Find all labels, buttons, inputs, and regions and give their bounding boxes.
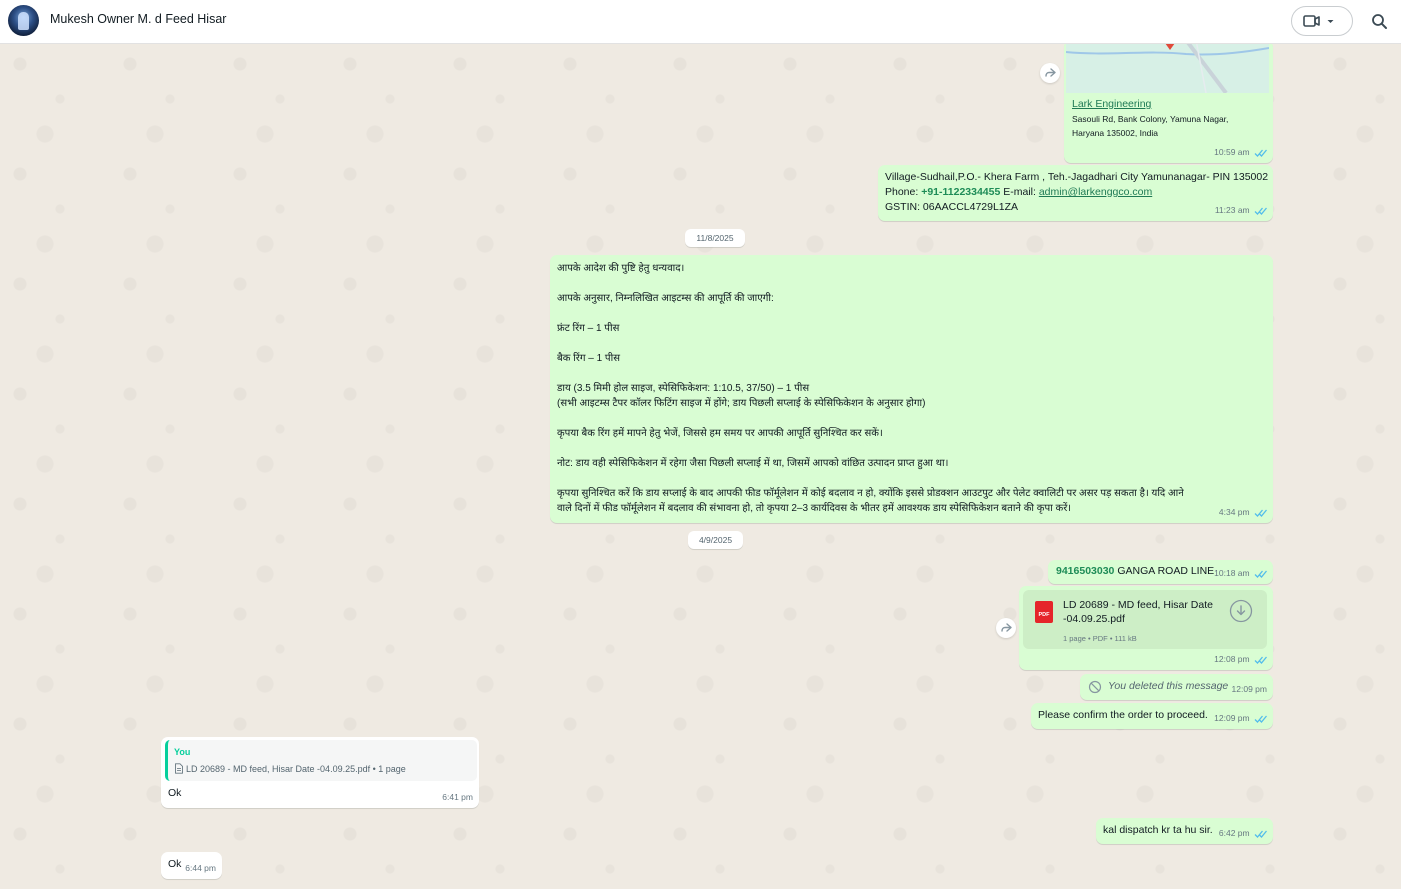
pdf-file-icon: PDF	[1035, 601, 1053, 623]
order-line: बैक रिंग – 1 पीस	[557, 353, 620, 364]
gstin-line: GSTIN: 06AACCL4729L1ZA	[885, 201, 1019, 213]
location-address-line2: Haryana 135002, India	[1072, 128, 1159, 138]
message-meta: 12:09 pm	[1232, 682, 1267, 697]
message-text-rest: GANGA ROAD LINE	[1114, 565, 1215, 577]
order-confirmation-message[interactable]: आपके आदेश की पुष्टि हेतु धन्यवाद। आपके अ…	[550, 255, 1273, 523]
order-line: नोट: डाय वही स्पेसिफिकेशन में रहेगा जैसा…	[557, 458, 949, 469]
order-line: कृपया बैक रिंग हमें मापने हेतु भेजें, जि…	[557, 428, 883, 439]
conversation-panel[interactable]: Lark Engineering Sasouli Rd, Bank Colony…	[0, 44, 1401, 889]
order-line: कृपया सुनिश्चित करें कि डाय सप्लाई के बा…	[557, 488, 1184, 499]
order-line: आपके आदेश की पुष्टि हेतु धन्यवाद।	[557, 263, 685, 274]
order-line: वाले दिनों में फीड फॉर्मूलेशन में बदलाव …	[557, 503, 1072, 514]
order-line: (सभी आइटम्स टैपर कॉलर फिटिंग साइज में हो…	[557, 398, 926, 409]
location-name[interactable]: Lark Engineering	[1072, 97, 1151, 112]
message-meta: 12:09 pm	[1214, 711, 1267, 726]
message-time: 11:23 am	[1214, 205, 1250, 215]
message-text: 9416503030 GANGA ROAD LINE	[1056, 564, 1214, 579]
forward-icon	[1001, 623, 1012, 632]
quoted-text: LD 20689 - MD feed, Hisar Date -04.09.25…	[186, 764, 406, 774]
deleted-text: You deleted this message	[1108, 680, 1229, 692]
document-filename-cont: -04.09.25.pdf	[1063, 613, 1125, 625]
confirm-order-message[interactable]: Please confirm the order to proceed. 12:…	[1031, 703, 1273, 729]
contact-name[interactable]: Mukesh Owner M. d Feed Hisar	[50, 12, 226, 26]
quoted-message[interactable]: You LD 20689 - MD feed, Hisar Date -04.0…	[165, 740, 477, 781]
read-ticks-icon	[1254, 830, 1267, 838]
deleted-message[interactable]: You deleted this message 12:09 pm	[1080, 674, 1273, 700]
read-ticks-icon	[1254, 509, 1267, 517]
read-ticks-icon	[1254, 570, 1267, 578]
contact-avatar[interactable]	[8, 5, 39, 36]
message-text: kal dispatch kr ta hu sir.	[1103, 824, 1213, 836]
incoming-message[interactable]: Ok 6:44 pm	[161, 852, 222, 879]
address-line1: Village-Sudhail,P.O.- Khera Farm , Teh.-…	[885, 171, 1269, 183]
message-time: 12:09 pm	[1214, 713, 1250, 723]
order-line: आपके अनुसार, निम्नलिखित आइटम्स की आपूर्त…	[557, 293, 774, 304]
forward-button[interactable]	[1040, 63, 1060, 83]
forward-button[interactable]	[996, 618, 1016, 638]
message-time: 6:42 pm	[1218, 828, 1250, 838]
phone-label: Phone:	[885, 186, 922, 198]
document-details: 1 page • PDF • 111 kB	[1063, 634, 1137, 643]
message-text: Please confirm the order to proceed.	[1038, 709, 1208, 721]
order-line: फ्रंट रिंग – 1 पीस	[557, 323, 620, 334]
download-icon	[1229, 599, 1253, 623]
search-button[interactable]	[1369, 11, 1391, 33]
order-line: डाय (3.5 मिमी होल साइज, स्पेसिफिकेशन: 1:…	[557, 383, 810, 394]
blocked-icon	[1088, 680, 1102, 694]
video-call-icon	[1303, 15, 1334, 27]
address-line2: Phone: +91-1122334455 E-mail: admin@lark…	[885, 185, 1152, 200]
map-preview[interactable]	[1066, 44, 1269, 93]
read-ticks-icon	[1254, 149, 1267, 157]
document-icon	[175, 763, 183, 774]
location-address-line1: Sasouli Rd, Bank Colony, Yamuna Nagar,	[1072, 114, 1229, 124]
read-ticks-icon	[1254, 656, 1267, 664]
read-ticks-icon	[1254, 207, 1267, 215]
message-time: 6:41 pm	[442, 792, 473, 802]
video-call-button[interactable]	[1291, 6, 1353, 36]
chat-header: Mukesh Owner M. d Feed Hisar	[0, 0, 1401, 44]
message-text: Ok	[168, 787, 182, 799]
message-time: 12:09 pm	[1231, 684, 1267, 694]
reply-message[interactable]: You LD 20689 - MD feed, Hisar Date -04.0…	[161, 737, 479, 808]
message-meta: 6:44 pm	[185, 861, 216, 876]
map-roads	[1066, 44, 1269, 93]
address-message[interactable]: Village-Sudhail,P.O.- Khera Farm , Teh.-…	[878, 165, 1273, 221]
message-time: 10:59 am	[1214, 147, 1250, 157]
phone-link[interactable]: +91-1122334455	[921, 186, 1000, 198]
message-time: 12:08 pm	[1214, 654, 1250, 664]
document-preview[interactable]: PDF LD 20689 - MD feed, Hisar Date -04.0…	[1023, 590, 1267, 649]
document-message[interactable]: PDF LD 20689 - MD feed, Hisar Date -04.0…	[1019, 586, 1273, 670]
message-meta: 4:34 pm	[1219, 505, 1267, 520]
message-time: 6:44 pm	[185, 863, 216, 873]
search-icon	[1372, 14, 1387, 29]
message-time: 10:18 am	[1214, 568, 1250, 578]
email-label: E-mail:	[1000, 186, 1039, 198]
message-meta: 11:23 am	[1215, 203, 1267, 218]
date-separator: 11/8/2025	[685, 229, 745, 247]
contact-number-message[interactable]: 9416503030 GANGA ROAD LINE 10:18 am	[1048, 560, 1273, 584]
message-text: Ok	[168, 858, 182, 870]
date-separator: 4/9/2025	[688, 531, 743, 549]
message-meta: 6:41 pm	[442, 790, 473, 805]
quoted-author: You	[174, 747, 191, 757]
forward-icon	[1045, 68, 1056, 77]
message-meta: 10:18 am	[1214, 566, 1267, 581]
message-meta: 6:42 pm	[1219, 826, 1267, 841]
download-button[interactable]	[1229, 599, 1253, 623]
email-link[interactable]: admin@larkenggco.com	[1039, 186, 1152, 198]
message-time: 4:34 pm	[1218, 507, 1250, 517]
message-meta: 12:08 pm	[1214, 652, 1267, 667]
read-ticks-icon	[1254, 715, 1267, 723]
document-filename: LD 20689 - MD feed, Hisar Date	[1063, 599, 1213, 611]
phone-link[interactable]: 9416503030	[1056, 565, 1114, 577]
location-message[interactable]: Lark Engineering Sasouli Rd, Bank Colony…	[1064, 44, 1273, 163]
dispatch-message[interactable]: kal dispatch kr ta hu sir. 6:42 pm	[1096, 818, 1273, 844]
message-meta: 10:59 am	[1214, 145, 1267, 160]
